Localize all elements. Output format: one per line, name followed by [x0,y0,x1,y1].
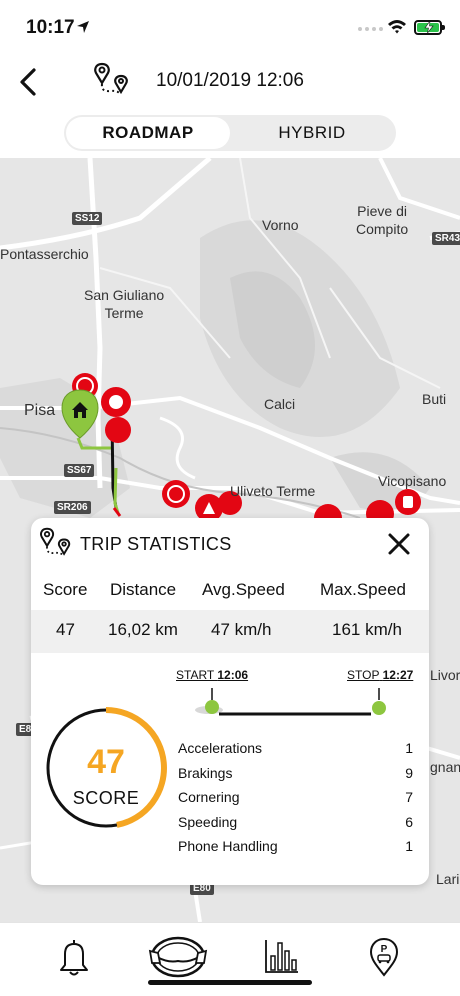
place-label: Calci [264,396,296,412]
route-icon [94,62,128,96]
status-bar: 10:17 [0,0,460,54]
bell-icon [60,940,88,976]
stats-value-row: 47 16,02 km 47 km/h 161 km/h [31,610,429,653]
event-marker[interactable] [101,387,131,417]
place-label: Pieve di Compito [356,203,409,237]
place-label: Uliveto Terme [230,483,316,499]
event-label: Cornering [178,789,240,806]
parking-icon: P [369,937,399,977]
event-count: 6 [405,813,413,830]
road-label: SR43 [432,232,460,245]
event-marker[interactable] [105,417,131,443]
avg-speed-column-label: Avg.Speed [202,580,285,599]
card-title: TRIP STATISTICS [80,534,232,554]
max-speed-column-label: Max.Speed [320,580,406,599]
card-header: TRIP STATISTICS [31,518,429,568]
place-label: Lari [436,871,460,887]
max-speed-value: 161 km/h [332,620,402,639]
event-label: Brakings [178,764,233,781]
svg-text:P: P [381,944,388,955]
place-label: Pontasserchio [0,246,89,262]
avg-speed-value: 47 km/h [211,620,272,639]
tab-statistics[interactable] [252,935,312,979]
list-item: Accelerations 1 [178,738,413,763]
route-icon [40,527,71,557]
place-label: Livorn [430,667,460,683]
signal-icon [358,27,383,31]
road-label: SR206 [54,501,91,514]
list-item: Phone Handling 1 [178,836,413,861]
place-label: San Giuliano Terme [84,287,165,321]
event-count: 1 [405,838,413,855]
trip-timeline [195,688,386,716]
stats-header-row: Score Distance Avg.Speed Max.Speed [31,570,429,610]
location-arrow-icon [77,21,89,33]
map-type-toggle: ROADMAP HYBRID [64,115,396,151]
score-number: 47 [87,743,125,781]
status-time: 10:17 [26,17,75,38]
trip-datetime: 10/01/2019 12:06 [156,70,304,91]
place-label: Pisa [24,402,56,419]
list-item: Brakings 9 [178,763,413,788]
wifi-icon [388,20,406,34]
hybrid-tab[interactable]: HYBRID [230,117,394,149]
event-count: 7 [405,789,413,806]
tab-parking[interactable]: P [354,935,414,979]
score-value: 47 [56,620,75,639]
chevron-left-icon [20,68,36,96]
braking-marker[interactable] [162,480,190,508]
place-label: Vorno [262,217,299,233]
tab-notifications[interactable] [44,935,104,979]
event-count: 9 [405,764,413,781]
back-button[interactable] [8,62,48,102]
header: 10/01/2019 12:06 [0,54,460,108]
event-label: Phone Handling [178,838,278,855]
home-indicator [148,980,312,985]
event-label: Speeding [178,813,238,830]
events-list: Accelerations 1 Brakings 9 Cornering 7 S… [178,738,413,861]
road-label: SS67 [64,464,95,477]
score-label: SCORE [72,788,140,808]
list-item: Cornering 7 [178,787,413,812]
trip-statistics-card: TRIP STATISTICS Score Distance Avg.Speed… [31,518,429,885]
event-marker[interactable] [395,489,421,515]
tab-driving[interactable] [146,935,210,979]
place-label: Buti [422,391,447,407]
place-label: Vicopisano [378,473,447,489]
battery-icon [414,20,445,35]
roadmap-tab[interactable]: ROADMAP [66,117,230,149]
road-label: SS12 [72,212,103,225]
steering-wheel-icon [148,936,208,978]
event-count: 1 [405,740,413,756]
list-item: Speeding 6 [178,812,413,837]
score-column-label: Score [43,580,88,599]
distance-value: 16,02 km [108,620,178,639]
close-icon[interactable] [385,530,413,558]
distance-column-label: Distance [110,580,177,599]
event-label: Accelerations [178,740,263,756]
place-label: gnan [430,759,460,775]
bar-chart-icon [265,940,298,973]
